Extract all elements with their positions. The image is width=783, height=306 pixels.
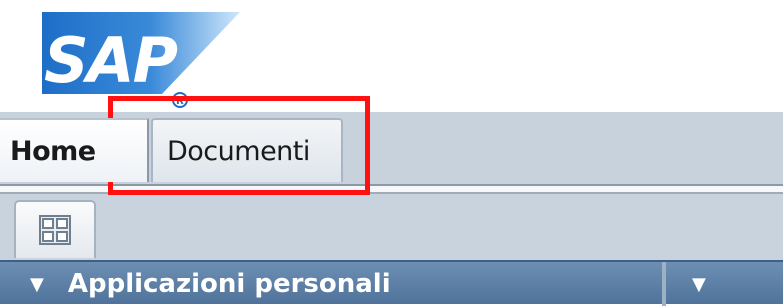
logo-text: SAP xyxy=(44,24,178,97)
tab-documenti[interactable]: Documenti xyxy=(151,118,343,182)
tab-documenti-label: Documenti xyxy=(167,135,310,167)
tab-home-label: Home xyxy=(10,135,96,167)
svg-text:R: R xyxy=(176,96,184,107)
header: SAP ® R xyxy=(0,0,783,112)
sap-logo: SAP ® R xyxy=(42,12,240,108)
panel-divider xyxy=(662,262,666,306)
panel-header-bar: ▼ Applicazioni personali ▼ xyxy=(0,260,783,306)
toolbar xyxy=(0,194,783,260)
collapse-triangle-icon-secondary[interactable]: ▼ xyxy=(692,274,706,295)
tab-home[interactable]: Home xyxy=(0,118,149,182)
panel-header-applicazioni-personali[interactable]: ▼ Applicazioni personali xyxy=(30,262,660,306)
grid-icon xyxy=(39,215,71,245)
collapse-triangle-icon[interactable]: ▼ xyxy=(30,274,44,295)
panel-title: Applicazioni personali xyxy=(67,269,391,299)
grid-view-button[interactable] xyxy=(14,200,96,258)
tab-bar: Home Documenti xyxy=(0,112,783,184)
panel-header-secondary[interactable]: ▼ xyxy=(692,262,783,306)
